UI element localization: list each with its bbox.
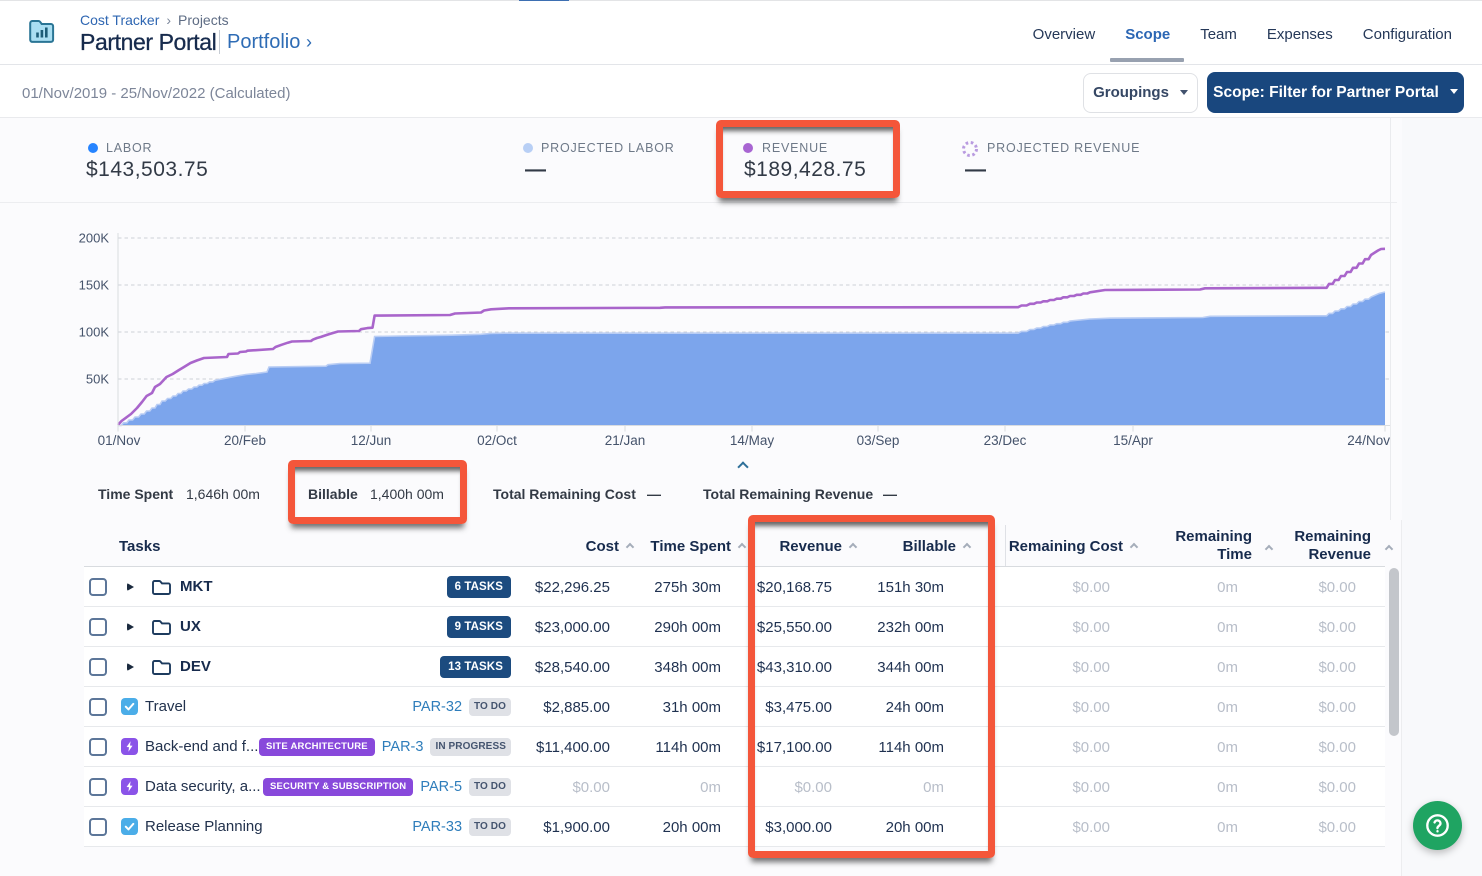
svg-text:23/Dec: 23/Dec	[984, 433, 1027, 448]
svg-text:03/Sep: 03/Sep	[857, 433, 900, 448]
svg-text:12/Jun: 12/Jun	[351, 433, 392, 448]
svg-text:24/Nov: 24/Nov	[1347, 433, 1390, 448]
svg-text:14/May: 14/May	[730, 433, 775, 448]
svg-text:150K: 150K	[79, 278, 110, 293]
svg-text:50K: 50K	[86, 372, 109, 387]
svg-text:02/Oct: 02/Oct	[477, 433, 517, 448]
svg-text:100K: 100K	[79, 325, 110, 340]
svg-text:20/Feb: 20/Feb	[224, 433, 266, 448]
svg-text:200K: 200K	[79, 231, 110, 246]
svg-text:01/Nov: 01/Nov	[98, 433, 141, 448]
svg-text:15/Apr: 15/Apr	[1113, 433, 1153, 448]
svg-text:21/Jan: 21/Jan	[605, 433, 646, 448]
